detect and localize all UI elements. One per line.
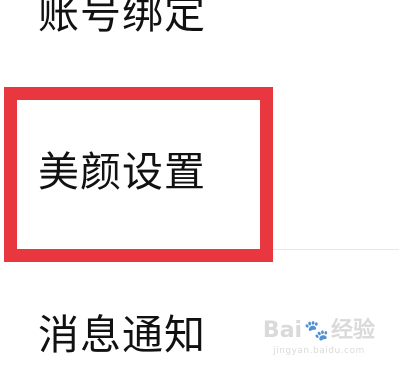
settings-item-beauty-settings[interactable]: 美颜设置: [0, 80, 399, 250]
settings-item-account-binding[interactable]: 账号绑定: [0, 0, 399, 50]
watermark-brand: Bai: [262, 318, 303, 343]
watermark: Bai 🐾经验 jingyan.baidu.com: [263, 312, 375, 356]
settings-item-label: 消息通知: [38, 311, 206, 359]
paw-icon: 🐾: [304, 318, 329, 342]
watermark-suffix: 经验: [330, 318, 375, 343]
settings-item-label: 账号绑定: [38, 0, 206, 38]
settings-item-label: 美颜设置: [38, 148, 206, 196]
watermark-url: jingyan.baidu.com: [273, 346, 365, 356]
